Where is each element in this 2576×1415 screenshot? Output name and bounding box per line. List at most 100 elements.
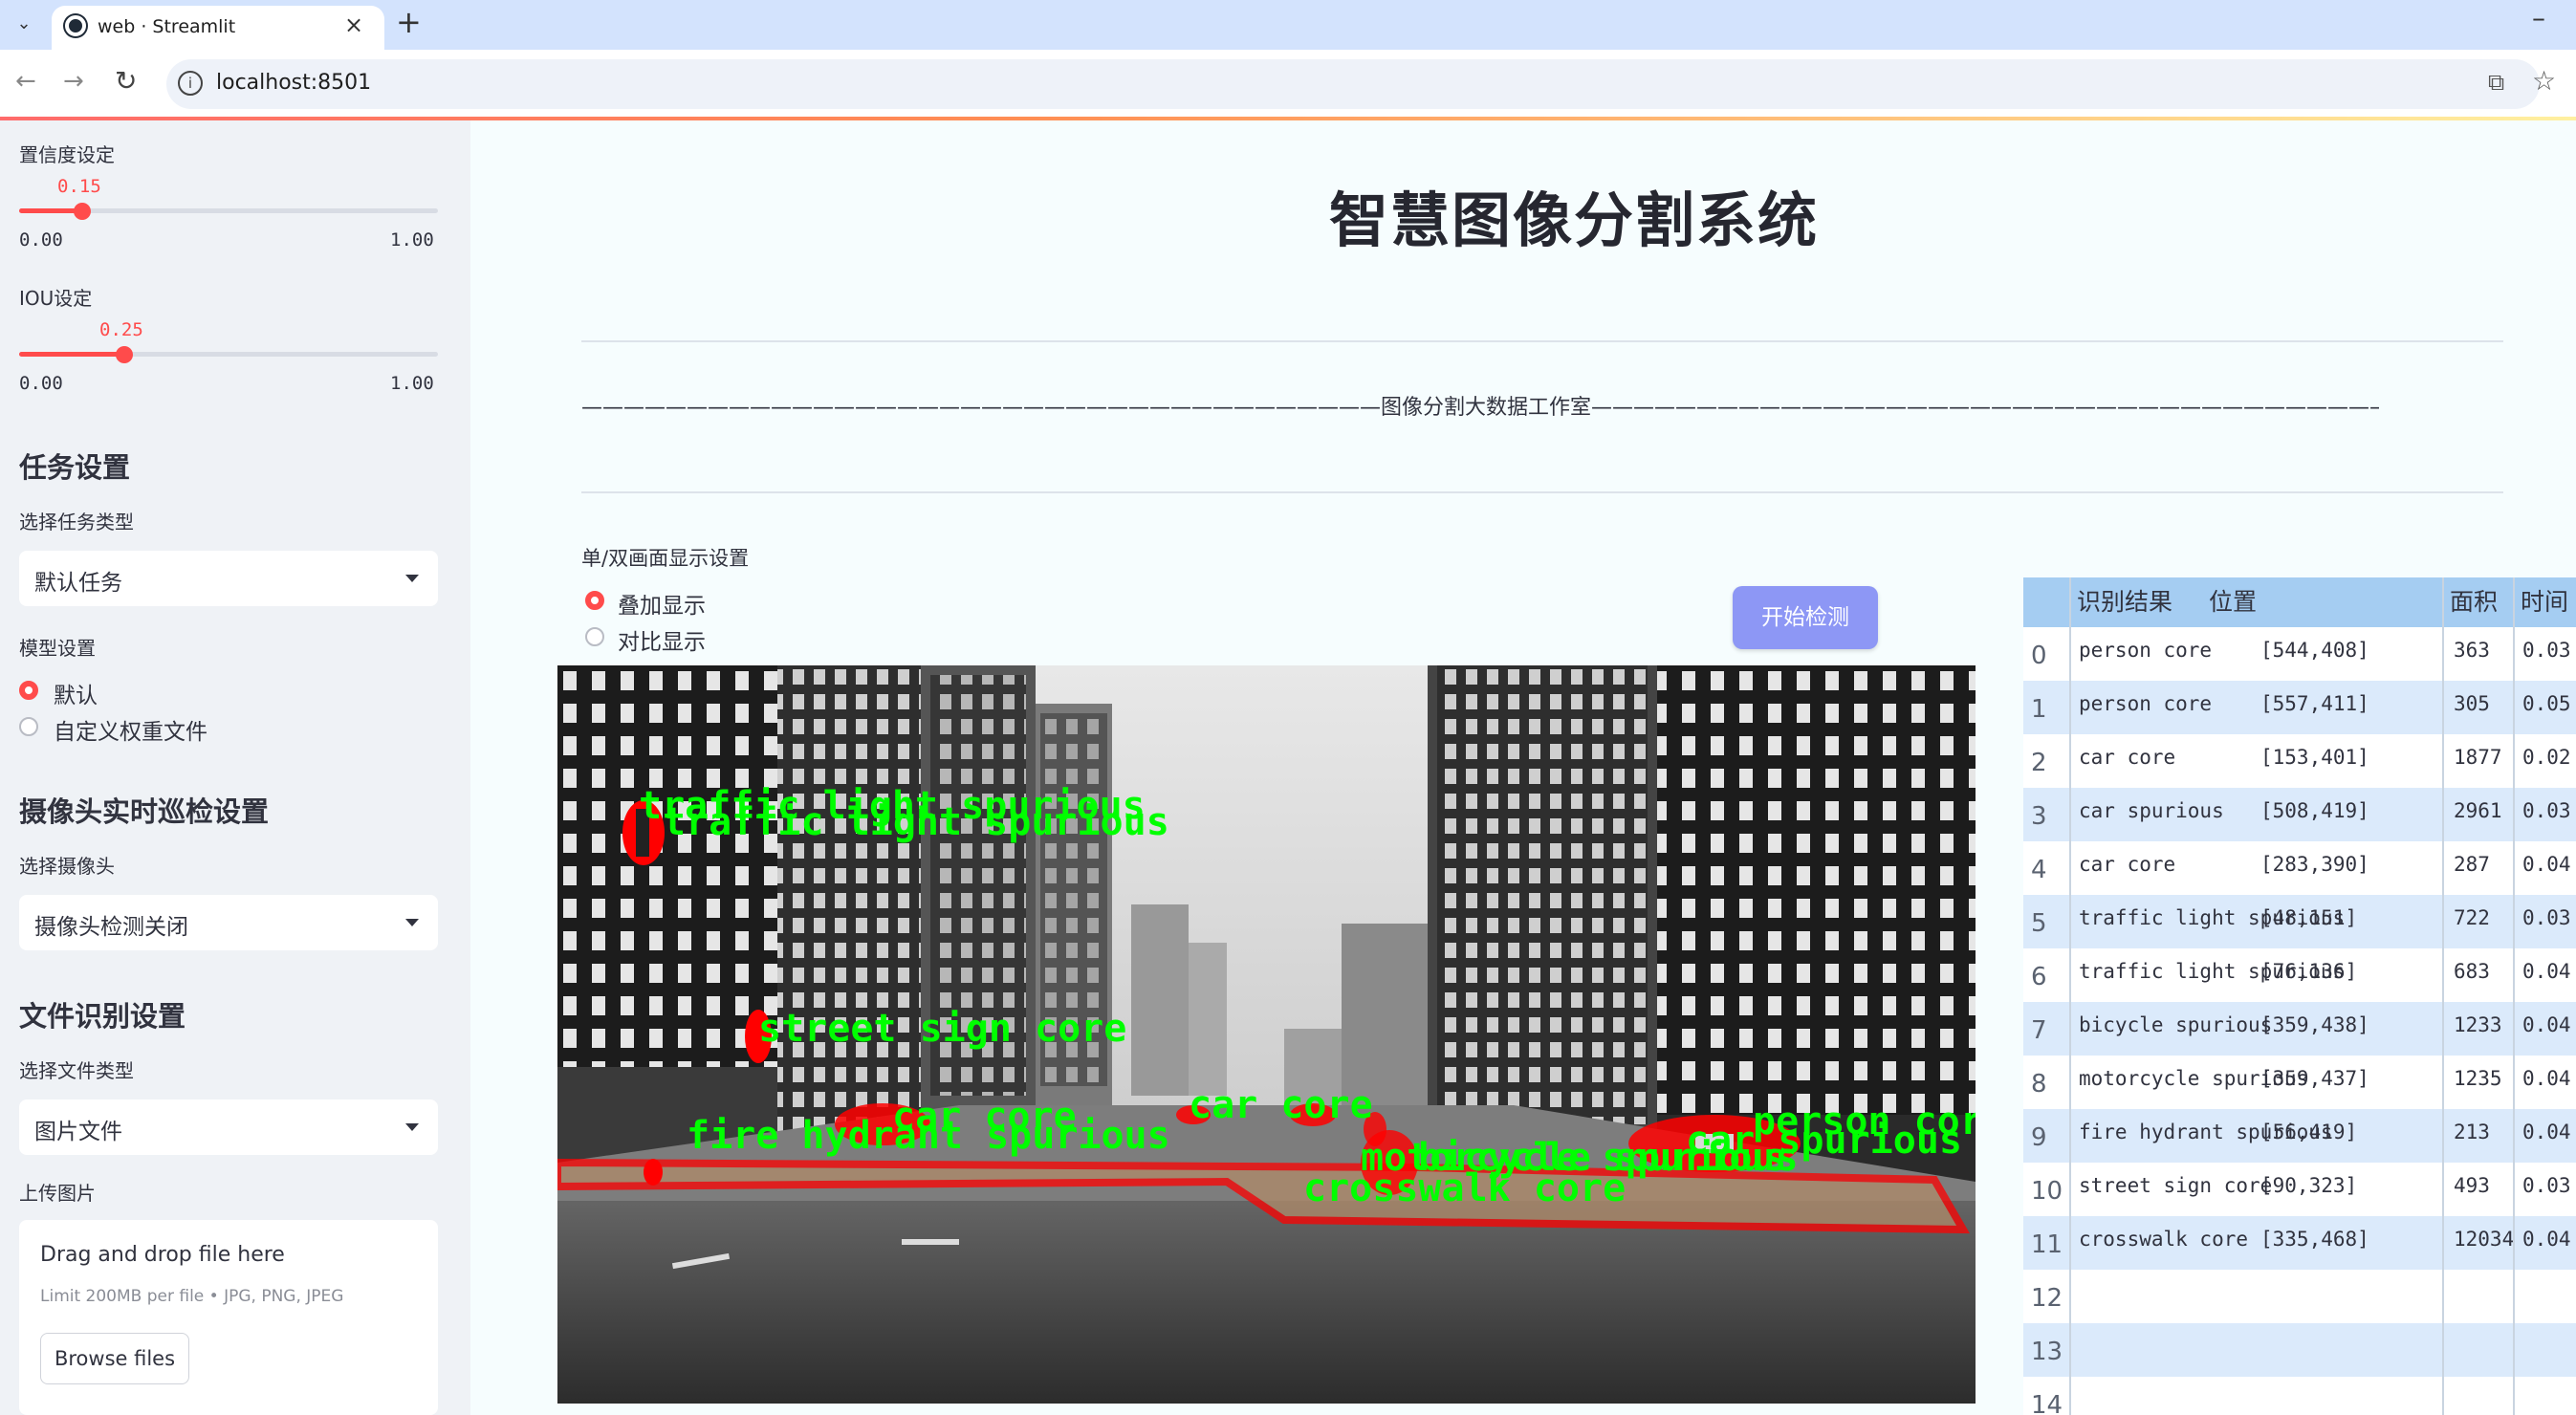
- cell-position: [359,437]: [2260, 1067, 2369, 1090]
- file-dropzone[interactable]: Drag and drop file here Limit 200MB per …: [19, 1220, 438, 1415]
- bookmark-star-icon[interactable]: ☆: [2532, 65, 2556, 97]
- translate-icon[interactable]: ⧉: [2488, 69, 2504, 96]
- table-row[interactable]: 12: [2023, 1270, 2576, 1323]
- model-custom-radio[interactable]: [19, 717, 38, 736]
- chevron-down-icon: [405, 919, 419, 926]
- table-row[interactable]: 9 fire hydrant spurious [56,419] 213 0.04: [2023, 1109, 2576, 1163]
- confidence-slider-thumb[interactable]: [73, 203, 91, 220]
- camera-heading: 摄像头实时巡检设置: [19, 795, 270, 828]
- file-type-select[interactable]: 图片文件: [19, 1099, 438, 1155]
- camera-select[interactable]: 摄像头检测关闭: [19, 895, 438, 950]
- table-row[interactable]: 5 traffic light spurious [48,151] 722 0.03: [2023, 895, 2576, 948]
- compare-display-radio[interactable]: [585, 627, 604, 646]
- cell-time: 0.03: [2522, 639, 2571, 662]
- address-bar[interactable]: i localhost:8501 ⧉ ☆: [166, 59, 2556, 109]
- sidebar: 置信度设定 0.15 0.00 1.00 IOU设定 0.25 0.00 1.0…: [0, 120, 470, 1415]
- column-divider: [2513, 577, 2515, 1415]
- table-row[interactable]: 10 street sign core [90,323] 493 0.03: [2023, 1163, 2576, 1216]
- overlay-display-label: 叠加显示: [618, 594, 706, 619]
- cell-area: 722: [2454, 906, 2490, 929]
- cell-time: 0.03: [2522, 1174, 2571, 1197]
- iou-slider-thumb[interactable]: [115, 346, 133, 363]
- cell-result: crosswalk core: [2079, 1228, 2249, 1251]
- row-index: 14: [2031, 1391, 2063, 1415]
- reload-icon[interactable]: ↻: [115, 65, 137, 97]
- cell-position: [283,390]: [2260, 853, 2369, 876]
- model-default-label: 默认: [54, 684, 98, 708]
- iou-min: 0.00: [19, 373, 63, 394]
- fire-hydrant-mask: [644, 1159, 663, 1186]
- iou-max: 1.00: [390, 373, 434, 394]
- table-row[interactable]: 7 bicycle spurious [359,438] 1233 0.04: [2023, 1002, 2576, 1056]
- table-header-time[interactable]: 时间: [2521, 577, 2568, 627]
- iou-current-value: 0.25: [99, 319, 143, 340]
- cell-time: 0.04: [2522, 1228, 2571, 1251]
- table-row[interactable]: 0 person core [544,408] 363 0.03: [2023, 627, 2576, 681]
- table-row[interactable]: 8 motorcycle spurious [359,437] 1235 0.04: [2023, 1056, 2576, 1109]
- confidence-slider-fill: [19, 208, 82, 213]
- row-index: 13: [2031, 1338, 2063, 1366]
- cell-area: 287: [2454, 853, 2490, 876]
- row-index: 3: [2031, 802, 2047, 831]
- task-type-value: 默认任务: [34, 571, 122, 596]
- row-index: 9: [2031, 1123, 2047, 1152]
- cell-result: car core: [2079, 746, 2176, 769]
- image-label: crosswalk core: [1303, 1166, 1626, 1210]
- model-custom-label: 自定义权重文件: [54, 720, 207, 745]
- cell-area: 305: [2454, 692, 2490, 715]
- display-mode-label: 单/双画面显示设置: [581, 547, 750, 570]
- table-row[interactable]: 13: [2023, 1323, 2576, 1377]
- cell-time: 0.05: [2522, 692, 2571, 715]
- table-row[interactable]: 3 car spurious [508,419] 2961 0.03: [2023, 788, 2576, 841]
- browse-files-button[interactable]: Browse files: [40, 1333, 189, 1384]
- column-divider: [2442, 577, 2444, 1415]
- overlay-display-radio[interactable]: [585, 591, 604, 610]
- dropzone-text: Drag and drop file here: [40, 1243, 285, 1267]
- table-row[interactable]: 4 car core [283,390] 287 0.04: [2023, 841, 2576, 895]
- dropzone-limit: Limit 200MB per file • JPG, PNG, JPEG: [40, 1287, 344, 1306]
- cell-area: 1877: [2454, 746, 2502, 769]
- iou-slider-fill: [19, 352, 124, 357]
- table-header-position[interactable]: 位置: [2209, 577, 2257, 627]
- table-row[interactable]: 6 traffic light spurious [76,136] 683 0.04: [2023, 948, 2576, 1002]
- chevron-down-icon: [405, 575, 419, 582]
- row-index: 12: [2031, 1284, 2063, 1313]
- table-header-area[interactable]: 面积: [2450, 577, 2498, 627]
- minimize-icon[interactable]: –: [2532, 2, 2545, 33]
- site-info-icon[interactable]: i: [178, 71, 203, 96]
- row-index: 1: [2031, 695, 2047, 724]
- model-default-radio[interactable]: [19, 681, 38, 700]
- cell-position: [48,151]: [2260, 906, 2358, 929]
- tab-search-icon[interactable]: ⌄: [11, 13, 36, 38]
- row-index: 5: [2031, 909, 2047, 938]
- task-type-label: 选择任务类型: [19, 511, 134, 533]
- new-tab-icon[interactable]: +: [396, 4, 422, 40]
- back-icon[interactable]: ←: [15, 67, 36, 96]
- table-row[interactable]: 2 car core [153,401] 1877 0.02: [2023, 734, 2576, 788]
- tab-title: web · Streamlit: [98, 16, 236, 37]
- table-header-result[interactable]: 识别结果: [2077, 577, 2172, 627]
- forward-icon[interactable]: →: [63, 67, 84, 96]
- divider: [581, 340, 2503, 342]
- upload-label: 上传图片: [19, 1182, 96, 1205]
- table-row[interactable]: 1 person core [557,411] 305 0.05: [2023, 681, 2576, 734]
- task-type-select[interactable]: 默认任务: [19, 551, 438, 606]
- browser-tab[interactable]: web · Streamlit ×: [52, 6, 384, 50]
- divider: [581, 491, 2503, 493]
- cell-result: car core: [2079, 853, 2176, 876]
- results-table[interactable]: 识别结果 位置 面积 时间 0 person core [544,408] 363 0.…: [2023, 577, 2576, 1415]
- cell-time: 0.04: [2522, 1013, 2571, 1036]
- cell-area: 683: [2454, 960, 2490, 983]
- table-row[interactable]: 11 crosswalk core [335,468] 12034 0.04: [2023, 1216, 2576, 1270]
- confidence-min: 0.00: [19, 229, 63, 250]
- cell-position: [153,401]: [2260, 746, 2369, 769]
- table-row[interactable]: 14: [2023, 1377, 2576, 1415]
- tab-close-icon[interactable]: ×: [344, 11, 363, 38]
- image-label: fire hydrant spurious: [687, 1114, 1170, 1158]
- cell-area: 1235: [2454, 1067, 2502, 1090]
- column-divider: [2069, 577, 2071, 1415]
- row-index: 7: [2031, 1016, 2047, 1045]
- start-detection-button[interactable]: 开始检测: [1733, 586, 1878, 649]
- camera-label: 选择摄像头: [19, 855, 115, 878]
- cell-area: 493: [2454, 1174, 2490, 1197]
